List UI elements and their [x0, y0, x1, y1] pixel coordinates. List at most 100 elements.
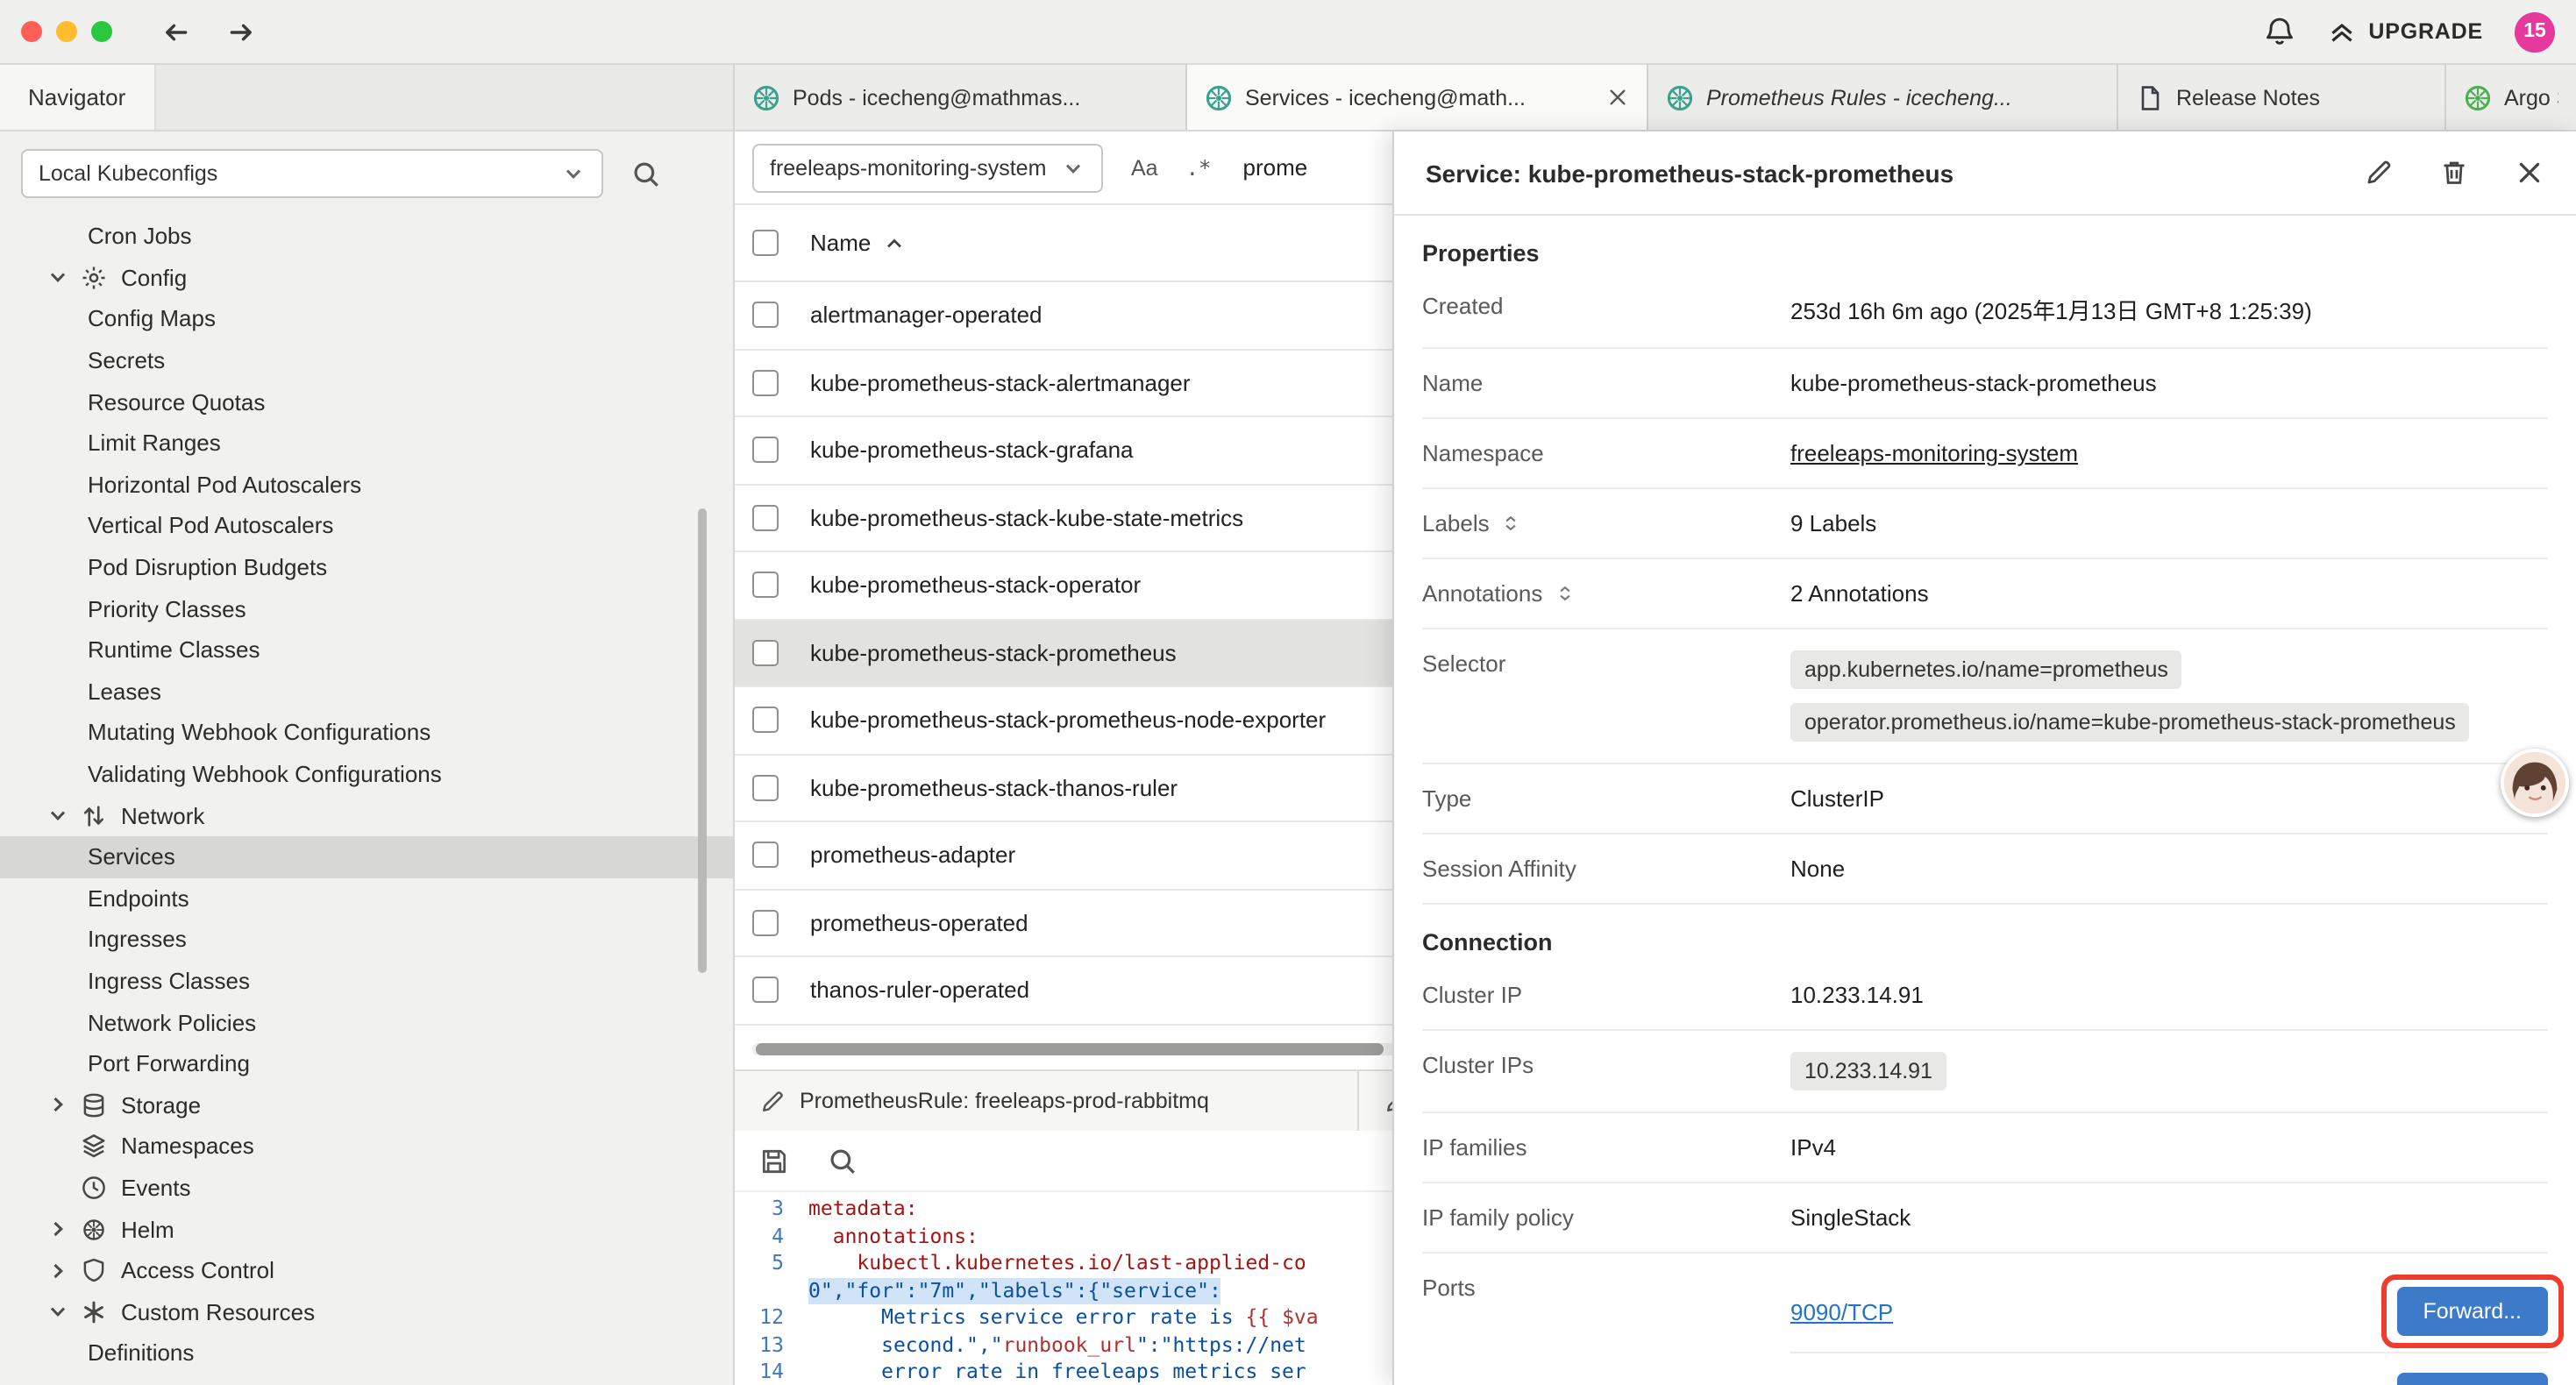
tab-release-notes[interactable]: Release Notes: [2118, 65, 2446, 130]
row-checkbox[interactable]: [752, 977, 779, 1004]
asterisk-icon: [81, 1298, 107, 1325]
app-window: UPGRADE 15 Navigator Pods - icecheng@mat…: [0, 0, 2576, 1385]
sidebar-item-network-policies[interactable]: Network Policies: [0, 1002, 733, 1043]
tab-argo-se[interactable]: Argo Se...: [2446, 65, 2576, 130]
bell-icon[interactable]: [2263, 16, 2295, 47]
edit-button[interactable]: [2364, 158, 2394, 188]
delete-button[interactable]: [2439, 158, 2469, 188]
namespace-link[interactable]: freeleaps-monitoring-system: [1790, 440, 2078, 466]
sidebar-item-ingress-classes[interactable]: Ingress Classes: [0, 960, 733, 1001]
sidebar-item-leases[interactable]: Leases: [0, 671, 733, 712]
chevron-down-icon[interactable]: [46, 266, 70, 290]
tab-services-icecheng-math[interactable]: Services - icecheng@math...: [1187, 65, 1648, 130]
property-label: Labels: [1422, 510, 1790, 536]
zoom-window-button[interactable]: [91, 21, 112, 42]
port-link[interactable]: 9090/TCP: [1790, 1298, 1893, 1325]
match-case-toggle[interactable]: Aa: [1131, 155, 1158, 180]
expand-toggle-icon[interactable]: [1553, 582, 1576, 605]
sidebar-item-helm[interactable]: Helm: [0, 1209, 733, 1250]
close-button[interactable]: [2515, 158, 2544, 188]
property-label: Cluster IPs: [1422, 1052, 1790, 1078]
sidebar-item-cron-jobs[interactable]: Cron Jobs: [0, 216, 733, 257]
scrollbar-thumb[interactable]: [756, 1043, 1384, 1055]
select-all-checkbox[interactable]: [752, 230, 779, 256]
drawer-section-connection: Connection Cluster IP10.233.14.91 Cluste…: [1422, 929, 2548, 1385]
drawer-row-cluster-ips: Cluster IPs10.233.14.91: [1422, 1031, 2548, 1113]
sidebar-item-storage[interactable]: Storage: [0, 1084, 733, 1126]
sidebar-item-endpoints[interactable]: Endpoints: [0, 877, 733, 919]
sidebar-item-vertical-pod-autoscalers[interactable]: Vertical Pod Autoscalers: [0, 505, 733, 546]
service-name: alertmanager-operated: [810, 302, 1042, 329]
document-icon: [2136, 83, 2164, 111]
sidebar-item-horizontal-pod-autoscalers[interactable]: Horizontal Pod Autoscalers: [0, 464, 733, 505]
sidebar-item-label: Resource Quotas: [88, 388, 265, 415]
sidebar-item-config[interactable]: Config: [0, 257, 733, 298]
row-checkbox[interactable]: [752, 302, 779, 329]
sidebar-item-limit-ranges[interactable]: Limit Ranges: [0, 423, 733, 464]
row-checkbox[interactable]: [752, 775, 779, 801]
kubeconfig-select[interactable]: Local Kubeconfigs: [21, 149, 603, 198]
property-value: 253d 16h 6m ago (2025年1月13日 GMT+8 1:25:3…: [1790, 293, 2312, 326]
minimize-window-button[interactable]: [56, 21, 77, 42]
sidebar-item-port-forwarding[interactable]: Port Forwarding: [0, 1043, 733, 1084]
service-name: kube-prometheus-stack-alertmanager: [810, 370, 1191, 396]
sidebar-scrollbar[interactable]: [698, 508, 707, 973]
sidebar-item-secrets[interactable]: Secrets: [0, 340, 733, 381]
namespace-select[interactable]: freeleaps-monitoring-system: [752, 143, 1103, 192]
upgrade-button[interactable]: UPGRADE: [2326, 17, 2483, 46]
sidebar-item-priority-classes[interactable]: Priority Classes: [0, 588, 733, 629]
notification-count-badge[interactable]: 15: [2515, 11, 2555, 52]
shield-icon: [81, 1257, 107, 1283]
sidebar-item-network[interactable]: Network: [0, 795, 733, 836]
sidebar-item-validating-webhook-configurations[interactable]: Validating Webhook Configurations: [0, 753, 733, 794]
updown-arrows-icon: [81, 802, 107, 828]
sort-ascending-icon[interactable]: [881, 231, 906, 255]
row-checkbox[interactable]: [752, 437, 779, 464]
row-checkbox[interactable]: [752, 505, 779, 531]
regex-toggle[interactable]: .*: [1186, 155, 1212, 180]
row-checkbox[interactable]: [752, 842, 779, 869]
sidebar-item-services[interactable]: Services: [0, 836, 733, 877]
property-value: IPv4: [1790, 1134, 1836, 1161]
forward-button[interactable]: Forward...: [2396, 1373, 2548, 1385]
sidebar-item-label: Ingresses: [88, 927, 187, 953]
search-icon[interactable]: [828, 1146, 857, 1175]
sidebar-item-access-control[interactable]: Access Control: [0, 1250, 733, 1291]
port-row: 8080:reloader-web/TCP Forward...: [1790, 1360, 2548, 1385]
forward-button-nav[interactable]: [226, 17, 256, 46]
back-button[interactable]: [161, 17, 191, 46]
chevron-right-icon[interactable]: [46, 1258, 70, 1282]
sidebar-item-namespaces[interactable]: Namespaces: [0, 1126, 733, 1167]
expand-toggle-icon[interactable]: [1500, 512, 1523, 535]
search-icon[interactable]: [631, 159, 661, 188]
close-window-button[interactable]: [21, 21, 42, 42]
chevron-down-icon[interactable]: [46, 1299, 70, 1324]
kubeconfig-select-value: Local Kubeconfigs: [39, 161, 217, 186]
chevron-right-icon[interactable]: [46, 1217, 70, 1241]
sidebar-item-mutating-webhook-configurations[interactable]: Mutating Webhook Configurations: [0, 712, 733, 753]
user-avatar[interactable]: [2501, 749, 2569, 817]
row-checkbox[interactable]: [752, 707, 779, 734]
sidebar-item-config-maps[interactable]: Config Maps: [0, 298, 733, 339]
row-checkbox[interactable]: [752, 370, 779, 396]
close-icon[interactable]: [1606, 86, 1629, 109]
chevron-down-icon[interactable]: [46, 803, 70, 827]
name-column-header[interactable]: Name: [810, 230, 871, 256]
row-checkbox[interactable]: [752, 640, 779, 666]
tab-prometheus-rules-icecheng[interactable]: Prometheus Rules - icecheng...: [1648, 65, 2118, 130]
sidebar-item-events[interactable]: Events: [0, 1167, 733, 1208]
sidebar-item-definitions[interactable]: Definitions: [0, 1332, 733, 1374]
sidebar-item-runtime-classes[interactable]: Runtime Classes: [0, 629, 733, 671]
tab-pods-icecheng-mathmas[interactable]: Pods - icecheng@mathmas...: [735, 65, 1187, 130]
dock-tab-prometheusrule-freeleaps-prod-rabbitmq[interactable]: PrometheusRule: freeleaps-prod-rabbitmq: [735, 1071, 1359, 1131]
sidebar-item-resource-quotas[interactable]: Resource Quotas: [0, 381, 733, 423]
sidebar-item-pod-disruption-budgets[interactable]: Pod Disruption Budgets: [0, 547, 733, 588]
sidebar-item-ingresses[interactable]: Ingresses: [0, 919, 733, 960]
row-checkbox[interactable]: [752, 910, 779, 936]
save-icon[interactable]: [759, 1146, 789, 1175]
search-input[interactable]: prome: [1243, 154, 1308, 181]
forward-button[interactable]: Forward...: [2396, 1287, 2548, 1336]
sidebar-item-custom-resources[interactable]: Custom Resources: [0, 1291, 733, 1332]
chevron-right-icon[interactable]: [46, 1093, 70, 1118]
row-checkbox[interactable]: [752, 572, 779, 599]
